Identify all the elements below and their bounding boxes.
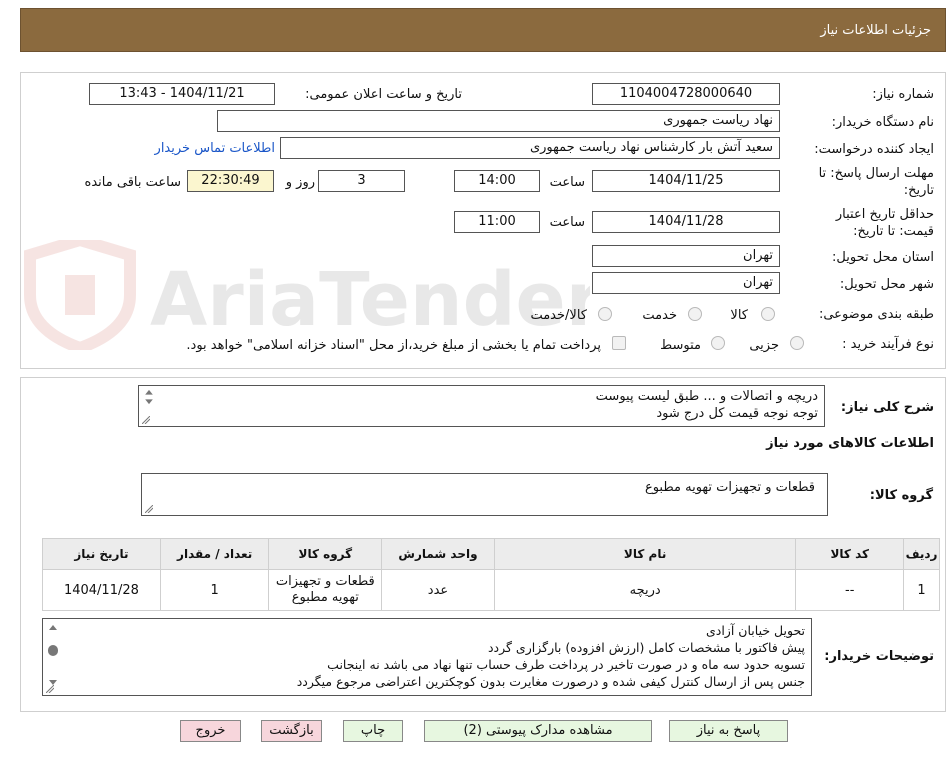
buyer-note-line: جنس پس از ارسال کنترل کیفی شده و درصورت … — [296, 674, 805, 689]
cell-group: قطعات و تجهیزات تهویه مطبوع — [268, 569, 383, 611]
need-number-label: شماره نیاز: — [872, 87, 934, 102]
remaining-time-field: 22:30:49 — [187, 170, 274, 192]
announce-datetime-label: تاریخ و ساعت اعلان عمومی: — [305, 87, 462, 102]
province-label: استان محل تحویل: — [832, 250, 934, 265]
reply-to-need-button[interactable]: پاسخ به نیاز — [669, 720, 788, 742]
back-button[interactable]: بازگشت — [261, 720, 322, 742]
process-radio-medium[interactable] — [711, 336, 725, 350]
cell-unit: عدد — [381, 569, 495, 611]
cell-name: دریچه — [493, 569, 797, 611]
description-label: شرح کلی نیاز: — [840, 400, 934, 415]
days-label: روز و — [285, 175, 315, 190]
goods-group-box: قطعات و تجهیزات تهویه مطبوع — [141, 473, 828, 516]
buyer-note-line: تسویه حدود سه ماه و در صورت تاخیر در پرد… — [327, 657, 805, 672]
resize-handle-icon[interactable] — [142, 416, 150, 424]
goods-section-title: اطلاعات کالاهای مورد نیاز — [766, 436, 934, 451]
col-date: تاریخ نیاز — [42, 538, 161, 570]
buyer-notes-label: توضیحات خریدار: — [824, 649, 934, 664]
process-radio-minor[interactable] — [790, 336, 804, 350]
col-group: گروه کالا — [268, 538, 383, 570]
reply-deadline-label: مهلت ارسال پاسخ: تا تاریخ: — [818, 166, 934, 198]
category-radio-goods[interactable] — [761, 307, 775, 321]
category-option-goods-service: کالا/خدمت — [530, 308, 587, 323]
validity-time-label: ساعت — [549, 215, 585, 230]
cell-row: 1 — [903, 569, 940, 611]
buyer-contact-link[interactable]: اطلاعات تماس خریدار — [155, 141, 275, 156]
buyer-note-line: تحویل خیابان آزادی — [705, 623, 805, 638]
price-validity-time: 11:00 — [454, 211, 540, 233]
col-code: کد کالا — [795, 538, 905, 570]
col-unit: واحد شمارش — [381, 538, 495, 570]
goods-group-label: گروه کالا: — [869, 488, 933, 503]
province-field: تهران — [592, 245, 780, 267]
watermark-text: AriaTender.neT — [150, 257, 590, 343]
price-validity-date: 1404/11/28 — [592, 211, 780, 233]
table-row: 1 -- دریچه عدد قطعات و تجهیزات تهویه مطب… — [42, 569, 940, 611]
description-line: توجه نوجه قیمت کل درج شود — [656, 406, 818, 421]
reply-time-label: ساعت — [549, 175, 585, 190]
announce-datetime-field: 1404/11/21 - 13:43 — [89, 83, 275, 105]
table-header-row: ردیف کد کالا نام کالا واحد شمارش گروه کا… — [42, 538, 940, 570]
description-line: دریچه و اتصالات و ... طبق لیست پیوست — [595, 389, 818, 404]
requester-label: ایجاد کننده درخواست: — [814, 142, 934, 157]
reply-deadline-time: 14:00 — [454, 170, 540, 192]
description-textarea[interactable]: دریچه و اتصالات و ... طبق لیست پیوست توج… — [138, 385, 825, 427]
page-header: جزئیات اطلاعات نیاز — [20, 8, 946, 52]
remaining-days-field: 3 — [318, 170, 405, 192]
city-field: تهران — [592, 272, 780, 294]
process-option-minor: جزیی — [749, 338, 779, 353]
col-qty: تعداد / مقدار — [159, 538, 270, 570]
buyer-org-field: نهاد ریاست جمهوری — [217, 110, 780, 132]
need-number-field: 1104004728000640 — [592, 83, 780, 105]
col-row: ردیف — [903, 538, 940, 570]
process-option-medium: متوسط — [660, 338, 701, 353]
treasury-payment-checkbox[interactable] — [612, 336, 626, 350]
watermark-logo: AriaTender.neT — [24, 240, 590, 350]
price-validity-label: حداقل تاریخ اعتبار قیمت: تا تاریخ: — [835, 207, 934, 239]
cell-qty: 1 — [159, 569, 270, 611]
reply-deadline-date: 1404/11/25 — [592, 170, 780, 192]
goods-table: ردیف کد کالا نام کالا واحد شمارش گروه کا… — [42, 538, 940, 611]
goods-group-value: قطعات و تجهیزات تهویه مطبوع — [644, 480, 815, 495]
requester-field: سعید آتش بار کارشناس نهاد ریاست جمهوری — [280, 137, 780, 159]
page-title: جزئیات اطلاعات نیاز — [820, 23, 931, 38]
cell-code: -- — [795, 569, 905, 611]
category-radio-service[interactable] — [688, 307, 702, 321]
treasury-payment-note: پرداخت تمام یا بخشی از مبلغ خرید،از محل … — [186, 338, 601, 353]
buyer-notes-textarea[interactable]: تحویل خیابان آزادی پیش فاکتور با مشخصات … — [42, 618, 812, 696]
col-name: نام کالا — [493, 538, 797, 570]
process-label: نوع فرآیند خرید : — [842, 337, 934, 352]
buyer-note-line: پیش فاکتور با مشخصات کامل (ارزش افزوده) … — [487, 640, 805, 655]
category-label: طبقه بندی موضوعی: — [818, 307, 934, 322]
category-option-goods: کالا — [730, 308, 748, 323]
category-option-service: خدمت — [642, 308, 677, 323]
resize-handle-icon[interactable] — [46, 685, 54, 693]
print-button[interactable]: چاپ — [343, 720, 403, 742]
cell-date: 1404/11/28 — [42, 569, 161, 611]
remaining-time-label: ساعت باقی مانده — [84, 175, 181, 190]
exit-button[interactable]: خروج — [180, 720, 241, 742]
resize-handle-icon[interactable] — [145, 505, 153, 513]
city-label: شهر محل تحویل: — [839, 277, 934, 292]
view-attachments-button[interactable]: مشاهده مدارک پیوستی (2) — [424, 720, 652, 742]
category-radio-goods-service[interactable] — [598, 307, 612, 321]
buyer-org-label: نام دستگاه خریدار: — [831, 115, 934, 130]
